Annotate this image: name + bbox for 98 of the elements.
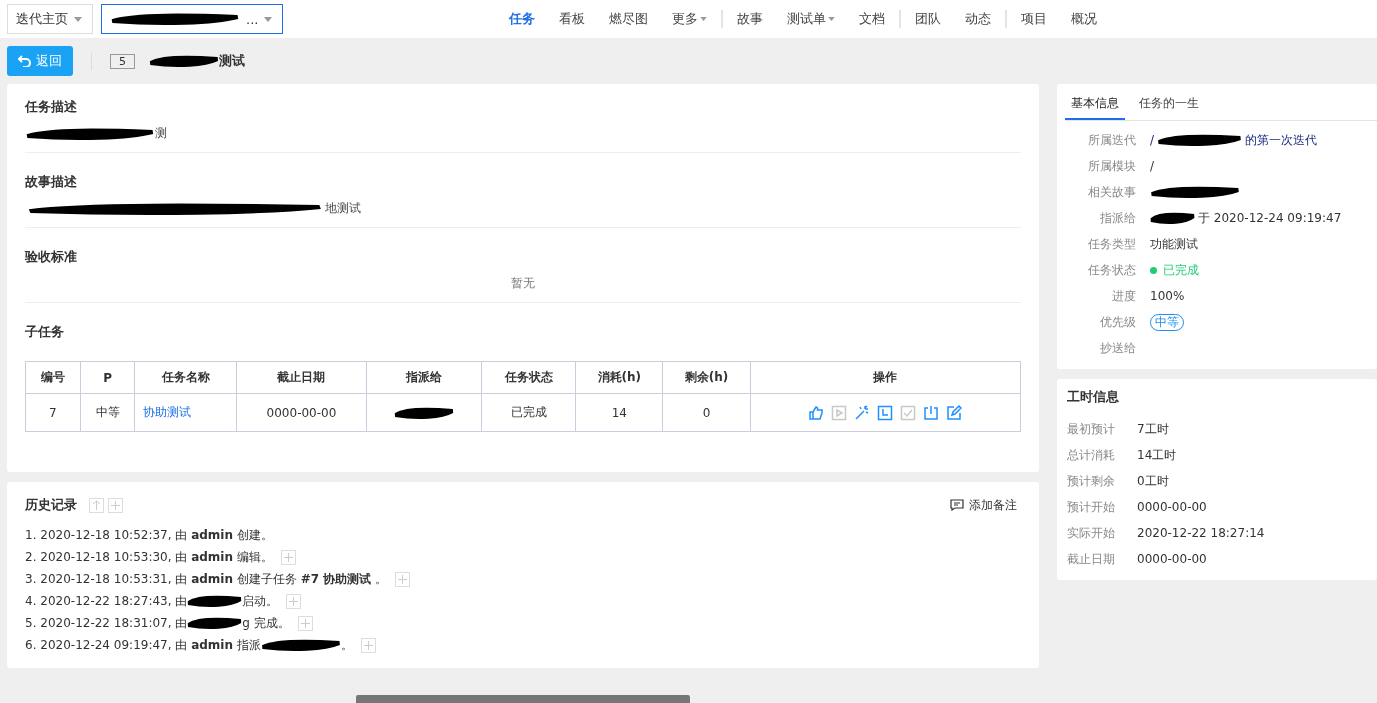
history-entry: 6. 2020-12-24 09:19:47, 由 admin 指派	[25, 636, 261, 654]
expand-icon[interactable]	[297, 615, 313, 631]
status-text: 已完成	[1163, 261, 1199, 279]
nav-tab[interactable]: 故事	[721, 10, 775, 28]
nav-tab[interactable]: 概况	[1059, 10, 1109, 28]
column-header: 操作	[750, 361, 1021, 394]
column-header: 任务状态	[481, 361, 576, 394]
table-cell: 中等	[80, 393, 135, 432]
field-label: 所属模块	[1087, 157, 1136, 175]
caret-icon	[74, 16, 82, 22]
section-heading: 工时信息	[1067, 388, 1120, 406]
nav-tab[interactable]: 任务	[497, 10, 547, 28]
history-entry: 5. 2020-12-22 18:31:07, 由	[25, 614, 188, 632]
info-tab[interactable]: 任务的一生	[1133, 90, 1205, 120]
nav-tab[interactable]: 动态	[953, 10, 1003, 28]
nav-tab[interactable]: 项目	[1005, 10, 1059, 28]
field-label: 任务类型	[1087, 235, 1136, 253]
caret-icon	[264, 16, 273, 22]
field-value: 于 2020-12-24 09:19:47	[1198, 209, 1342, 227]
info-tab[interactable]: 基本信息	[1065, 90, 1125, 120]
breadcrumb-label: 迭代主页	[16, 10, 68, 28]
table-cell: 0	[662, 393, 750, 432]
field-label: 所属迭代	[1087, 131, 1136, 149]
expand-icon[interactable]	[360, 637, 376, 653]
nav-tab[interactable]: 更多	[660, 10, 719, 28]
nav-tab[interactable]: 看板	[547, 10, 597, 28]
column-header: P	[80, 361, 135, 394]
field-label: 任务状态	[1087, 261, 1136, 279]
expand-icon[interactable]	[395, 571, 411, 587]
history-entry: 2. 2020-12-18 10:53:30, 由 admin 编辑。	[25, 548, 273, 566]
field-label: 相关故事	[1087, 183, 1136, 201]
field-value: 的第一次迭代	[1245, 131, 1318, 149]
field-value: /	[1150, 159, 1155, 173]
field-value: 2020-12-22 18:27:14	[1137, 526, 1265, 540]
collapse-icon[interactable]	[89, 497, 104, 513]
wand-icon[interactable]	[854, 404, 871, 421]
breadcrumb-item[interactable]: ...	[101, 4, 284, 34]
power-icon[interactable]	[923, 404, 940, 421]
field-label: 预计剩余	[1067, 472, 1116, 490]
section-text: 测	[155, 125, 167, 142]
column-header: 任务名称	[134, 361, 237, 394]
field-value: /	[1150, 133, 1155, 147]
scroll-bar[interactable]	[356, 695, 690, 703]
column-header: 指派给	[366, 361, 482, 394]
history-entry-text: 。	[340, 636, 353, 654]
column-header: 截止日期	[236, 361, 367, 394]
table-cell: 已完成	[481, 393, 576, 432]
field-label: 最初预计	[1067, 420, 1116, 438]
expand-icon[interactable]	[108, 497, 123, 513]
field-label: 指派给	[1099, 209, 1136, 227]
section-heading: 验收标准	[25, 248, 78, 266]
history-entry: 4. 2020-12-22 18:27:43, 由	[25, 592, 188, 610]
field-value: 7工时	[1137, 420, 1169, 438]
task-title: 测试	[219, 52, 245, 70]
history-entry: 1. 2020-12-18 10:52:37, 由 admin 创建。	[25, 526, 273, 544]
expand-icon[interactable]	[286, 593, 302, 609]
column-header: 剩余(h)	[662, 361, 750, 394]
subtask-link[interactable]: 协助测试	[143, 405, 192, 419]
section-heading: 历史记录	[25, 496, 77, 514]
field-value: 0工时	[1137, 472, 1169, 490]
nav-tab[interactable]: 测试单	[775, 10, 847, 28]
thumb-icon[interactable]	[808, 404, 825, 421]
field-label: 预计开始	[1067, 498, 1116, 516]
field-value: 功能测试	[1150, 235, 1198, 253]
section-text: 暂无	[511, 275, 535, 292]
nav-tab[interactable]: 文档	[847, 10, 897, 28]
edit-icon[interactable]	[946, 404, 963, 421]
field-label: 截止日期	[1067, 550, 1116, 568]
column-header: 编号	[25, 361, 81, 394]
task-id-badge: 5	[110, 53, 135, 69]
expand-icon[interactable]	[280, 549, 296, 565]
table-cell: 0000-00-00	[236, 393, 367, 432]
nav-tab[interactable]: 燃尽图	[597, 10, 660, 28]
section-heading: 任务描述	[25, 98, 78, 116]
section-heading: 子任务	[25, 323, 65, 341]
section-text: 地测试	[325, 200, 361, 217]
return-icon	[18, 55, 31, 67]
field-label: 优先级	[1099, 313, 1136, 331]
history-entry-text: 启动。	[242, 592, 279, 610]
table-cell: 14	[575, 393, 663, 432]
field-value: 0000-00-00	[1137, 552, 1207, 566]
add-note-link[interactable]: 添加备注	[950, 496, 1017, 514]
comment-icon	[950, 499, 964, 511]
field-value: 100%	[1150, 289, 1185, 303]
field-label: 实际开始	[1067, 524, 1116, 542]
section-heading: 故事描述	[25, 173, 78, 191]
history-entry-text: g 完成。	[242, 614, 290, 632]
field-label: 总计消耗	[1067, 446, 1116, 464]
field-label: 抄送给	[1099, 339, 1136, 357]
breadcrumb-item[interactable]: 迭代主页	[7, 4, 93, 34]
table-cell: 7	[25, 393, 81, 432]
nav-tab[interactable]: 团队	[899, 10, 953, 28]
field-value: 0000-00-00	[1137, 500, 1207, 514]
history-entry: 3. 2020-12-18 10:53:31, 由 admin 创建子任务 #7 协助测试 。	[25, 570, 388, 588]
field-label: 进度	[1111, 287, 1136, 305]
breadcrumb-label: ...	[246, 11, 259, 27]
column-header: 消耗(h)	[575, 361, 663, 394]
field-value: 14工时	[1137, 446, 1177, 464]
